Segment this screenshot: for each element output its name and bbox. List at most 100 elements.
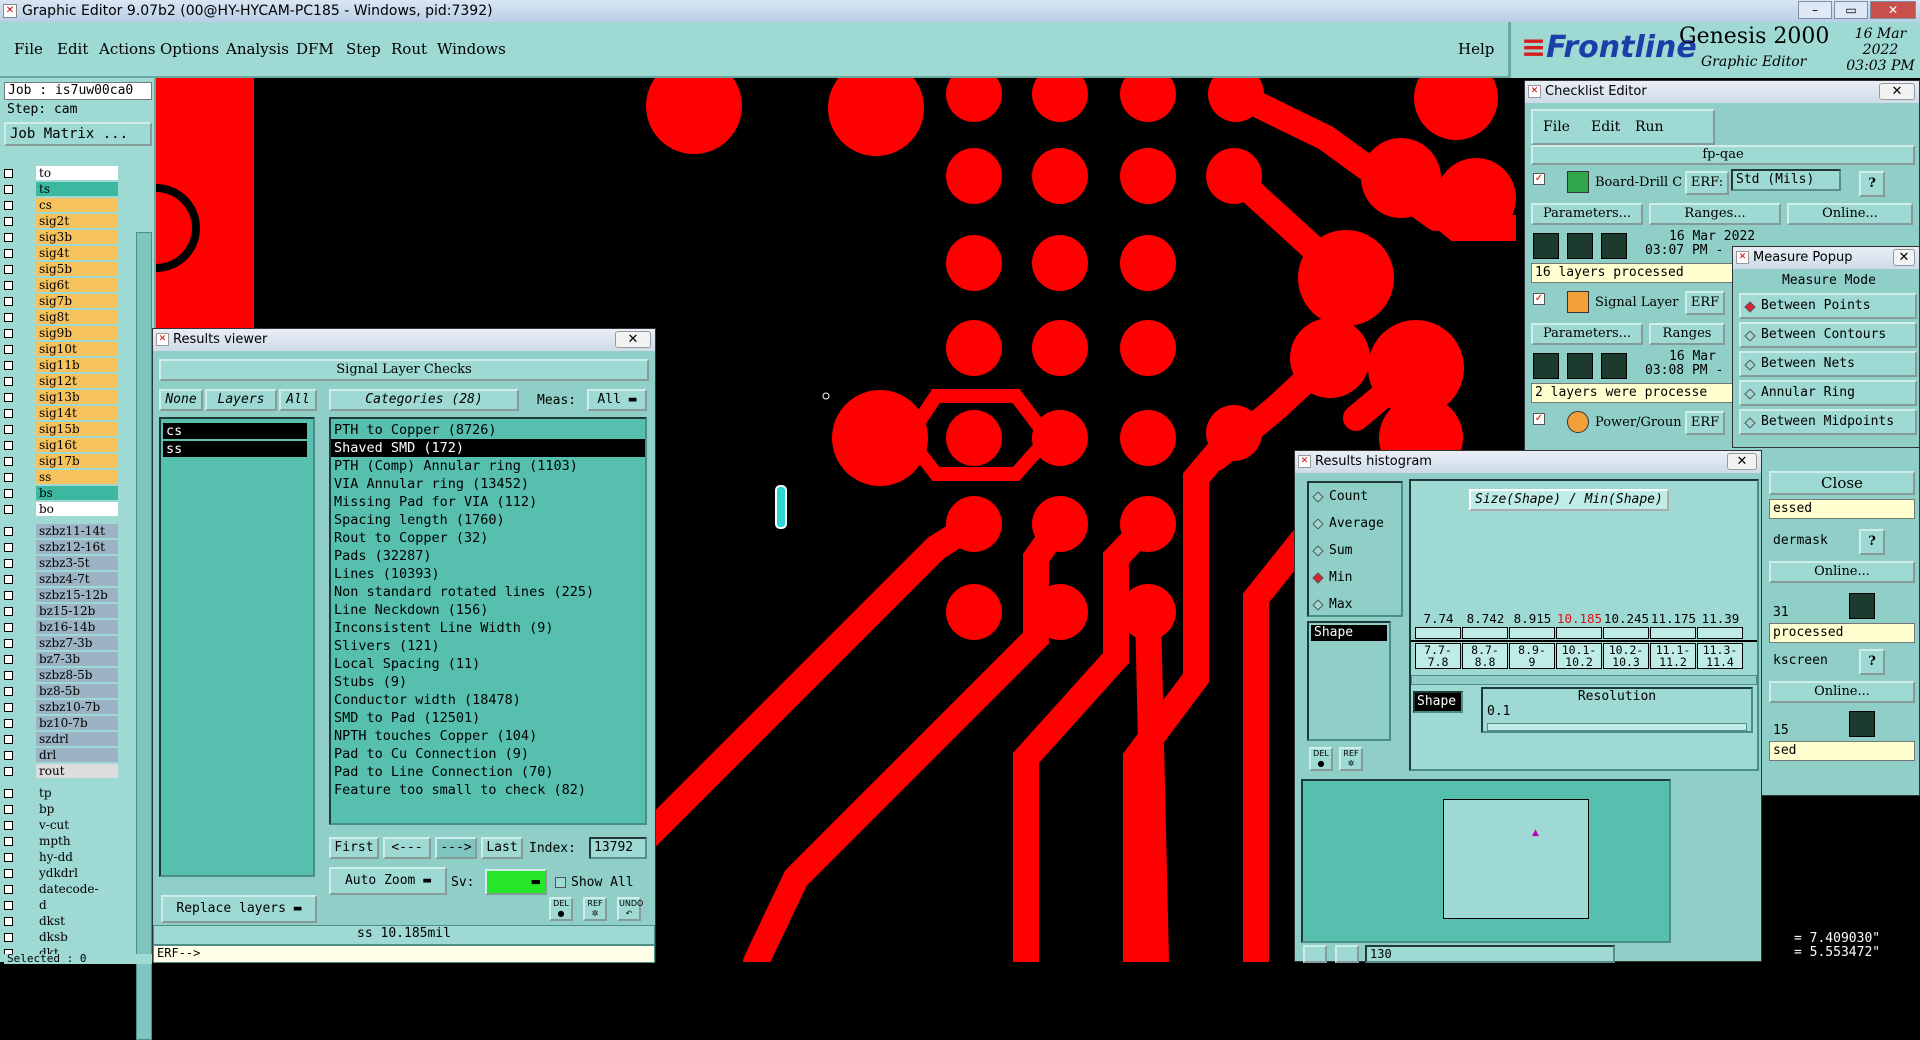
layer-checkbox[interactable] — [4, 837, 13, 846]
layer-checkbox[interactable] — [4, 281, 13, 290]
check2-params-button[interactable]: Parameters... — [1531, 323, 1643, 345]
layer-row-sig15b[interactable]: sig15b — [0, 422, 120, 437]
layers-button[interactable]: Layers — [205, 389, 277, 411]
layer-row-szbz12-16t[interactable]: szbz12-16t — [0, 540, 120, 555]
online-button[interactable]: Online... — [1769, 561, 1915, 583]
layer-checkbox[interactable] — [4, 409, 13, 418]
histogram-bottom-field[interactable]: 130 — [1365, 945, 1615, 963]
bin-bar[interactable] — [1603, 627, 1649, 639]
delete-icon[interactable]: DEL ● — [549, 897, 573, 921]
category-item[interactable]: Non standard rotated lines (225) — [331, 583, 645, 601]
maximize-icon[interactable]: ▭ — [1834, 1, 1868, 19]
category-item[interactable]: Spacing length (1760) — [331, 511, 645, 529]
menu-rout[interactable]: Rout — [391, 40, 427, 58]
category-item[interactable]: Line Neckdown (156) — [331, 601, 645, 619]
layer-checkbox[interactable] — [4, 671, 13, 680]
layer-scrollbar[interactable] — [136, 232, 152, 1040]
check1-erf-button[interactable]: ERF: — [1685, 171, 1729, 195]
layer-checkbox[interactable] — [4, 425, 13, 434]
last-button[interactable]: Last — [481, 837, 523, 859]
measure-mode-option[interactable]: Between Contours — [1739, 322, 1917, 348]
layer-checkbox[interactable] — [4, 505, 13, 514]
category-item[interactable]: Pads (32287) — [331, 547, 645, 565]
layer-row-szdrl[interactable]: szdrl — [0, 732, 120, 747]
category-item[interactable]: Lines (10393) — [331, 565, 645, 583]
layer-row-sig3b[interactable]: sig3b — [0, 230, 120, 245]
layer-row-mpth[interactable]: mpth — [0, 834, 120, 849]
category-item[interactable]: Pad to Cu Connection (9) — [331, 745, 645, 763]
run-icon[interactable] — [1567, 233, 1593, 259]
menu-step[interactable]: Step — [346, 40, 381, 58]
check1-params-button[interactable]: Parameters... — [1531, 203, 1643, 225]
layer-row-szbz10-7b[interactable]: szbz10-7b — [0, 700, 120, 715]
layer-row-szbz15-12b[interactable]: szbz15-12b — [0, 588, 120, 603]
prev-button[interactable]: <--- — [383, 837, 431, 859]
layer-checkbox[interactable] — [4, 789, 13, 798]
bin-bar[interactable] — [1650, 627, 1696, 639]
layer-checkbox[interactable] — [4, 575, 13, 584]
histogram-close-button[interactable]: ✕ — [1727, 453, 1757, 470]
menu-file[interactable]: File — [14, 40, 43, 58]
show-all-checkbox[interactable] — [555, 877, 566, 888]
layer-row-bz7-3b[interactable]: bz7-3b — [0, 652, 120, 667]
layer-row-datecode-pte[interactable]: datecode-pte — [0, 882, 120, 911]
close-icon[interactable]: ✕ — [1870, 1, 1916, 19]
layer-row-bz10-7b[interactable]: bz10-7b — [0, 716, 120, 731]
layer-checkbox[interactable] — [4, 361, 13, 370]
layer-row-bo[interactable]: bo — [0, 502, 120, 517]
attribute-list[interactable]: Shape — [1307, 621, 1391, 741]
category-item[interactable]: Conductor width (18478) — [331, 691, 645, 709]
layer-checkbox[interactable] — [4, 885, 13, 894]
layer-row-cs[interactable]: cs — [0, 198, 120, 213]
layer-checkbox[interactable] — [4, 527, 13, 536]
layer-checkbox[interactable] — [4, 265, 13, 274]
layer-row-sig4t[interactable]: sig4t — [0, 246, 120, 261]
bin-bar[interactable] — [1462, 627, 1508, 639]
layer-checkbox[interactable] — [4, 297, 13, 306]
layer-row-sig14t[interactable]: sig14t — [0, 406, 120, 421]
layer-checkbox[interactable] — [4, 639, 13, 648]
erf-field[interactable]: ERF--> — [153, 945, 655, 963]
layer-row-sig10t[interactable]: sig10t — [0, 342, 120, 357]
layer-checkbox[interactable] — [4, 805, 13, 814]
layer-checkbox[interactable] — [4, 751, 13, 760]
layer-checkbox[interactable] — [4, 441, 13, 450]
checklist-close-button[interactable]: ✕ — [1879, 83, 1915, 100]
layer-row-hy-dd[interactable]: hy-dd — [0, 850, 120, 865]
check1-help-icon[interactable]: ? — [1859, 171, 1885, 197]
refresh-icon[interactable]: REF ✲ — [1339, 747, 1363, 771]
first-button[interactable]: First — [329, 837, 379, 859]
attr-shape[interactable]: Shape — [1311, 625, 1387, 641]
layer-item-ss[interactable]: ss — [163, 441, 307, 457]
layer-row-szbz7-3b[interactable]: szbz7-3b — [0, 636, 120, 651]
help-icon[interactable]: ? — [1859, 649, 1885, 675]
category-item[interactable]: Missing Pad for VIA (112) — [331, 493, 645, 511]
layer-checkbox[interactable] — [4, 489, 13, 498]
layer-row-dksb[interactable]: dksb — [0, 930, 120, 945]
bin-range[interactable]: 8.9- 9 — [1509, 643, 1555, 669]
category-item[interactable]: PTH to Copper (8726) — [331, 421, 645, 439]
index-field[interactable]: 13792 — [589, 837, 647, 859]
category-item[interactable]: Shaved SMD (172) — [331, 439, 645, 457]
layer-checkbox[interactable] — [4, 473, 13, 482]
check3-erf-button[interactable]: ERF — [1685, 411, 1725, 435]
measure-mode-option[interactable]: Between Midpoints — [1739, 409, 1917, 435]
check2-checkbox[interactable]: ✓ — [1533, 293, 1545, 305]
resolution-attr[interactable]: Shape — [1413, 691, 1463, 713]
run-icon[interactable] — [1533, 233, 1559, 259]
delete-icon[interactable] — [1303, 945, 1327, 963]
layer-row-d[interactable]: d — [0, 898, 120, 913]
layer-item-cs[interactable]: cs — [163, 423, 307, 439]
layer-checkbox[interactable] — [4, 767, 13, 776]
run-icon[interactable] — [1601, 353, 1627, 379]
check1-online-button[interactable]: Online... — [1787, 203, 1913, 225]
layer-row-sig16t[interactable]: sig16t — [0, 438, 120, 453]
category-item[interactable]: Slivers (121) — [331, 637, 645, 655]
layer-row-szbz11-14t[interactable]: szbz11-14t — [0, 524, 120, 539]
bin-range[interactable]: 10.1- 10.2 — [1556, 643, 1602, 669]
layer-checkbox[interactable] — [4, 169, 13, 178]
layer-row-szbz4-7t[interactable]: szbz4-7t — [0, 572, 120, 587]
layer-checkbox[interactable] — [4, 719, 13, 728]
refresh-icon[interactable] — [1335, 945, 1359, 963]
layer-row-sig17b[interactable]: sig17b — [0, 454, 120, 469]
